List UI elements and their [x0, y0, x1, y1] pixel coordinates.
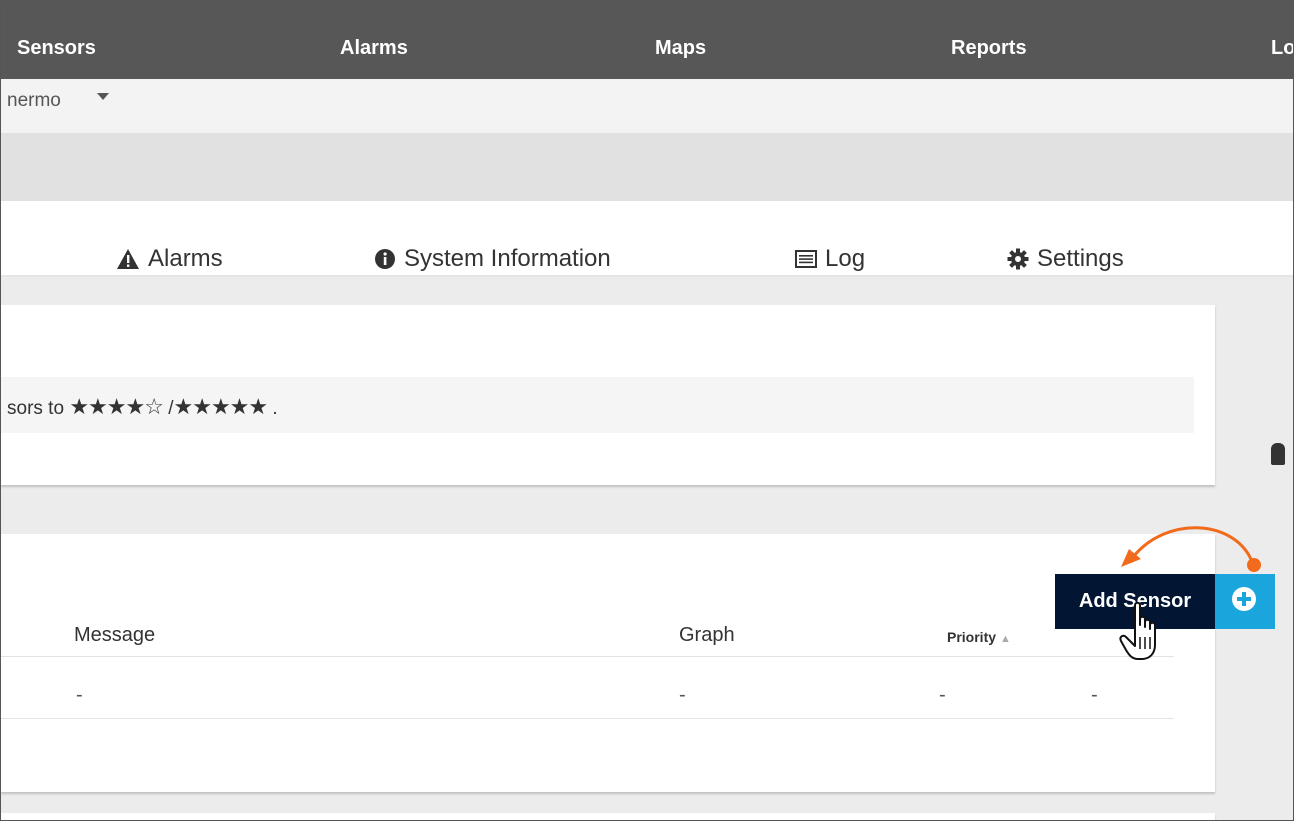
info-icon: [375, 249, 395, 269]
table-cell-extra: -: [1091, 684, 1098, 706]
tab-settings[interactable]: Settings: [1007, 245, 1124, 273]
nav-item-reports[interactable]: Reports: [951, 37, 1027, 60]
gear-icon: [1007, 248, 1029, 270]
priority-label: Priority: [947, 629, 997, 645]
column-header-message[interactable]: Message: [74, 624, 155, 647]
tab-label: Settings: [1037, 245, 1124, 272]
tab-alarms[interactable]: Alarms: [116, 245, 223, 273]
notice-prefix: sors to: [7, 398, 65, 419]
nav-item-log-truncated[interactable]: Lo: [1271, 37, 1293, 60]
chevron-down-icon[interactable]: [97, 93, 109, 100]
tab-log[interactable]: Log: [795, 245, 865, 273]
nav-item-sensors[interactable]: Sensors: [17, 37, 96, 60]
notice-text: sors to ★★★★☆ /★★★★★ .: [7, 395, 278, 420]
header-divider: [1, 656, 1174, 657]
add-sensor-plus-button[interactable]: [1215, 574, 1275, 629]
nav-item-maps[interactable]: Maps: [655, 37, 706, 60]
log-icon: [795, 250, 817, 268]
notice-suffix: .: [272, 398, 278, 419]
hand-cursor-icon: [1119, 601, 1156, 660]
tab-system-information[interactable]: System Information: [374, 245, 611, 273]
table-cell-priority: -: [939, 684, 946, 706]
breadcrumb-row: nermo: [1, 79, 1293, 133]
bell-icon[interactable]: [1271, 443, 1285, 465]
app-window: Sensors Alarms Maps Reports Lo nermo Ala…: [0, 0, 1294, 821]
tab-label: System Information: [404, 245, 611, 272]
tab-label: Log: [825, 245, 866, 272]
toolbar-strip: [1, 133, 1293, 201]
breadcrumb[interactable]: nermo: [7, 90, 61, 112]
tab-bar: Alarms System Information Log Settings: [1, 201, 1293, 465]
sensors-table-panel: Message Graph Priority ▲︎ - - - -: [1, 534, 1215, 792]
annotation-arrow: [1121, 526, 1261, 572]
row-divider: [1, 718, 1174, 719]
priority-stars-four: ★★★★☆: [69, 395, 164, 420]
tab-label: Alarms: [148, 245, 223, 272]
top-navigation-bar: Sensors Alarms Maps Reports Lo: [1, 1, 1293, 79]
table-cell-message: -: [76, 684, 83, 706]
nav-item-alarms[interactable]: Alarms: [340, 37, 408, 60]
sort-icon[interactable]: ▲︎: [1000, 633, 1011, 645]
warning-icon: [117, 249, 139, 269]
notice-box: sors to ★★★★☆ /★★★★★ .: [1, 377, 1194, 433]
next-panel: [1, 813, 1215, 820]
plus-circle-icon: [1232, 587, 1256, 611]
column-header-graph[interactable]: Graph: [679, 624, 735, 647]
notice-panel: sors to ★★★★☆ /★★★★★ .: [1, 305, 1215, 485]
priority-stars-five: ★★★★★: [173, 395, 269, 420]
column-header-priority[interactable]: Priority ▲︎: [947, 629, 1011, 645]
table-cell-graph: -: [679, 684, 686, 706]
